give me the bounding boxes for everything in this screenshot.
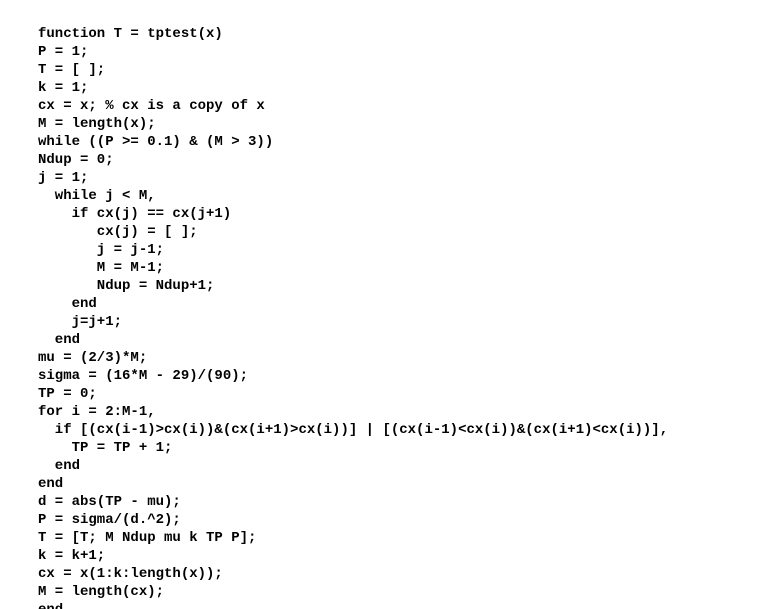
code-listing: function T = tptest(x) P = 1; T = [ ]; k… bbox=[0, 0, 768, 609]
